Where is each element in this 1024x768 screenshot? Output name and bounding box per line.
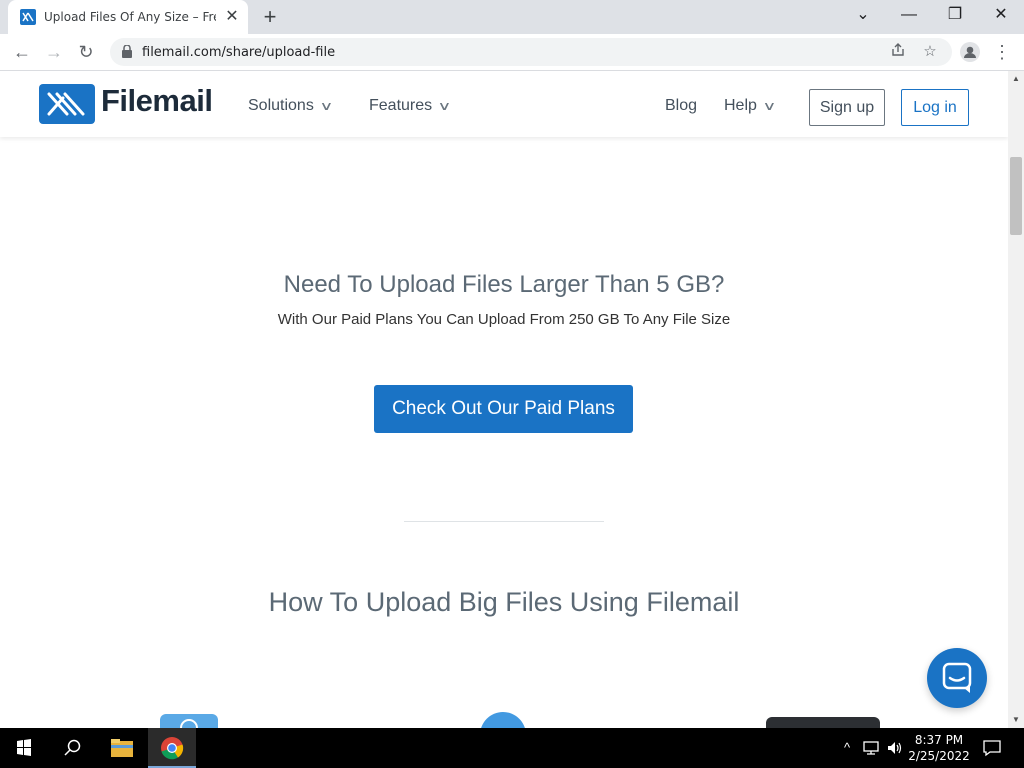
nav-features[interactable]: Features ∨ [369, 97, 452, 115]
site-header: Filemail Solutions ∨ Features ∨ Blog Help ∨… [0, 71, 1008, 137]
page-viewport: Filemail Solutions ∨ Features ∨ Blog Help ∨… [0, 71, 1008, 728]
step-upload-icon [160, 714, 218, 728]
step-download-icon [766, 717, 880, 728]
taskbar-clock[interactable]: 8:37 PM 2/25/2022 [904, 732, 974, 764]
clock-time: 8:37 PM [914, 733, 964, 747]
browser-menu-icon[interactable]: ⋮ [988, 38, 1016, 66]
windows-start-icon[interactable] [0, 728, 48, 768]
filemail-favicon-icon [20, 9, 36, 25]
step-send-icon [480, 712, 526, 728]
nav-blog[interactable]: Blog [665, 97, 697, 115]
scroll-up-arrow-icon[interactable]: ▲ [1008, 71, 1024, 87]
tab-search-chevron-icon[interactable]: ⌄ [840, 0, 886, 32]
restore-button[interactable]: ❐ [932, 0, 978, 32]
back-button[interactable]: ← [8, 38, 36, 66]
nav-help-label: Help [724, 97, 757, 114]
nav-solutions[interactable]: Solutions ∨ [248, 97, 334, 115]
section-divider [404, 521, 604, 522]
scroll-thumb[interactable] [1010, 157, 1022, 235]
chevron-down-icon: ∨ [319, 99, 334, 113]
file-explorer-icon[interactable] [98, 728, 146, 768]
how-to-title: How To Upload Big Files Using Filemail [268, 587, 740, 617]
bookmark-star-icon[interactable]: ☆ [920, 42, 940, 62]
paid-plans-button[interactable]: Check Out Our Paid Plans [374, 385, 633, 433]
promo-title: Need To Upload Files Larger Than 5 GB? [283, 271, 725, 298]
forward-button[interactable]: → [40, 38, 68, 66]
search-icon[interactable] [48, 728, 96, 768]
notifications-icon[interactable] [982, 739, 1002, 757]
signup-button[interactable]: Sign up [809, 89, 885, 126]
profile-avatar-icon[interactable] [956, 38, 984, 66]
new-tab-button[interactable]: + [258, 5, 282, 29]
nav-help[interactable]: Help ∨ [724, 97, 777, 115]
lock-icon[interactable] [122, 44, 132, 58]
browser-toolbar: ← → ↻ filemail.com/share/upload-file ☆ ⋮ [0, 34, 1024, 71]
nav-solutions-label: Solutions [248, 97, 314, 114]
tray-chevron-icon[interactable]: ^ [838, 739, 856, 757]
network-icon[interactable] [862, 739, 880, 757]
page-scrollbar[interactable]: ▲ ▼ [1008, 71, 1024, 728]
volume-icon[interactable] [886, 739, 904, 757]
login-button[interactable]: Log in [901, 89, 969, 126]
url-text[interactable]: filemail.com/share/upload-file [142, 45, 335, 60]
chat-icon[interactable] [927, 648, 987, 708]
tab-close-icon[interactable]: ✕ [222, 7, 242, 27]
share-icon[interactable] [888, 42, 908, 62]
close-window-button[interactable]: ✕ [978, 0, 1024, 32]
filemail-logo-icon[interactable] [39, 84, 95, 124]
chevron-down-icon: ∨ [437, 99, 452, 113]
chrome-taskbar-icon[interactable] [148, 728, 196, 768]
browser-tabstrip: Upload Files Of Any Size – Free Up ✕ + ⌄… [0, 0, 1024, 34]
tab-title: Upload Files Of Any Size – Free Up [44, 10, 216, 24]
scroll-down-arrow-icon[interactable]: ▼ [1008, 712, 1024, 728]
minimize-button[interactable]: — [886, 0, 932, 32]
nav-features-label: Features [369, 97, 433, 114]
clock-date: 2/25/2022 [908, 749, 970, 763]
address-bar[interactable]: filemail.com/share/upload-file ☆ [110, 38, 952, 66]
browser-tab[interactable]: Upload Files Of Any Size – Free Up ✕ [8, 0, 248, 34]
promo-subtitle: With Our Paid Plans You Can Upload From … [277, 311, 731, 328]
reload-button[interactable]: ↻ [72, 38, 100, 66]
logo-text[interactable]: Filemail [101, 83, 213, 119]
chevron-down-icon: ∨ [762, 99, 777, 113]
windows-taskbar: ^ 8:37 PM 2/25/2022 [0, 728, 1024, 768]
